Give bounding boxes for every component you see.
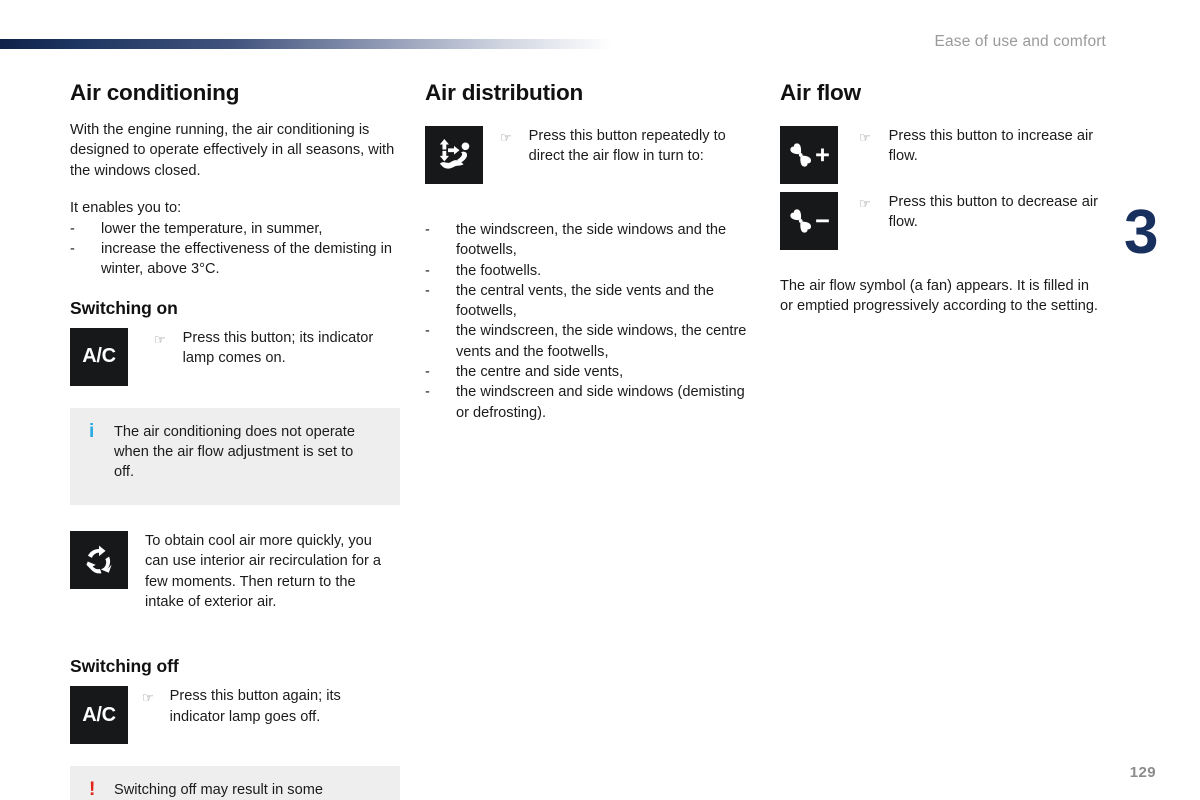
list-item-label: the footwells. (456, 262, 542, 279)
recirculation-row: To obtain cool air more quickly, you can… (70, 530, 400, 613)
dash-bullet: - (70, 240, 75, 257)
info-callout-air-flow-off: i The air conditioning does not operate … (70, 407, 400, 505)
subtitle-switching-off: Switching off (70, 656, 179, 677)
info-callout-text: The air conditioning does not operate wh… (114, 423, 355, 481)
ac-button-icon[interactable]: A/C (70, 327, 128, 386)
ac-button-label: A/C (82, 345, 116, 368)
dash-bullet: - (425, 323, 430, 340)
switching-off-instruction: Press this button again; its indicator l… (169, 688, 341, 725)
air-distribution-instruction: Press this button repeatedly to direct t… (528, 128, 726, 165)
column-air-flow: Air flow ☞ Press this button to increase… (780, 80, 1100, 317)
list-item-label: the windscreen, the side windows, the ce… (456, 323, 747, 360)
pointing-hand-icon: ☞ (142, 690, 154, 706)
list-item-label: the windscreen, the side windows and the… (456, 222, 727, 259)
list-item-label: the central vents, the side vents and th… (456, 282, 714, 320)
page-number: 129 (1129, 764, 1156, 781)
list-item: - the central vents, the side vents and … (425, 281, 755, 322)
air-flow-note: The air flow symbol (a fan) appears. It … (780, 278, 1098, 315)
warning-icon: ! (89, 779, 96, 800)
subtitle-switching-on: Switching on (70, 297, 178, 318)
chapter-number-tab: 3 (1124, 198, 1158, 267)
dash-bullet: - (425, 282, 430, 299)
dash-bullet: - (425, 222, 430, 238)
info-icon: i (89, 420, 95, 442)
air-distribution-modes-list: - the windscreen, the side windows and t… (425, 220, 755, 423)
air-flow-decrease-instruction: Press this button to decrease air flow. (888, 194, 1098, 231)
dash-bullet: - (425, 262, 430, 279)
list-item: - lower the temperature, in summer, (70, 219, 400, 239)
pointing-hand-icon: ☞ (500, 130, 512, 145)
pointing-hand-icon: ☞ (859, 196, 871, 211)
list-item: - the windscreen, the side windows, the … (425, 321, 755, 362)
dash-bullet: - (70, 220, 75, 237)
warning-callout-text: Switching off may result in some discomf… (114, 782, 323, 799)
list-item: - increase the effectiveness of the demi… (70, 239, 400, 280)
page-title-air-flow: Air flow (780, 80, 861, 105)
air-flow-decrease-row: ☞ Press this button to decrease air flow… (780, 192, 1100, 250)
dash-bullet: - (425, 364, 430, 381)
manual-page: Ease of use and comfort 3 129 Air condit… (0, 0, 1200, 800)
switching-on-instruction: Press this button; its indicator lamp co… (182, 329, 374, 366)
switching-off-row: A/C ☞ Press this button again; its indic… (70, 686, 400, 745)
header-gradient-rule (0, 39, 612, 49)
list-item: - the windscreen and side windows (demis… (425, 382, 755, 423)
list-item: - the windscreen, the side windows and t… (425, 220, 755, 261)
warning-callout-switching-off: ! Switching off may result in some disco… (70, 766, 400, 800)
switching-on-row: A/C ☞ Press this button; its indicator l… (70, 327, 400, 386)
column-air-distribution: Air distribution ☞ Press this button rep… (425, 80, 755, 423)
page-title-air-distribution: Air distribution (425, 80, 584, 105)
air-flow-increase-instruction: Press this button to increase air flow. (888, 128, 1094, 165)
header-section-title: Ease of use and comfort (934, 33, 1106, 50)
pointing-hand-icon: ☞ (154, 331, 166, 347)
column-air-conditioning: Air conditioning With the engine running… (70, 80, 400, 800)
air-flow-increase-row: ☞ Press this button to increase air flow… (780, 126, 1100, 184)
enables-lead-in: It enables you to: (70, 200, 182, 217)
recirculation-instruction: To obtain cool air more quickly, you can… (145, 532, 382, 610)
ac-button-icon[interactable]: A/C (70, 686, 128, 745)
air-distribution-icon[interactable] (425, 126, 483, 184)
list-item: - the centre and side vents, (425, 362, 755, 382)
air-conditioning-intro: With the engine running, the air conditi… (70, 122, 395, 179)
dash-bullet: - (425, 384, 430, 401)
fan-minus-icon[interactable] (780, 192, 838, 250)
list-item-label: increase the effectiveness of the demist… (101, 240, 392, 278)
list-item-label: the windscreen and side windows (demisti… (456, 384, 745, 421)
list-item-label: the centre and side vents, (456, 364, 624, 381)
pointing-hand-icon: ☞ (859, 130, 871, 145)
fan-plus-icon[interactable] (780, 126, 838, 184)
air-distribution-row: ☞ Press this button repeatedly to direct… (425, 126, 755, 184)
page-title-air-conditioning: Air conditioning (70, 80, 240, 105)
list-item: - the footwells. (425, 261, 755, 281)
air-recirculation-icon[interactable] (70, 530, 128, 589)
air-conditioning-benefits-list: - lower the temperature, in summer, - in… (70, 219, 400, 280)
list-item-label: lower the temperature, in summer, (101, 220, 323, 237)
ac-button-label: A/C (82, 703, 116, 726)
